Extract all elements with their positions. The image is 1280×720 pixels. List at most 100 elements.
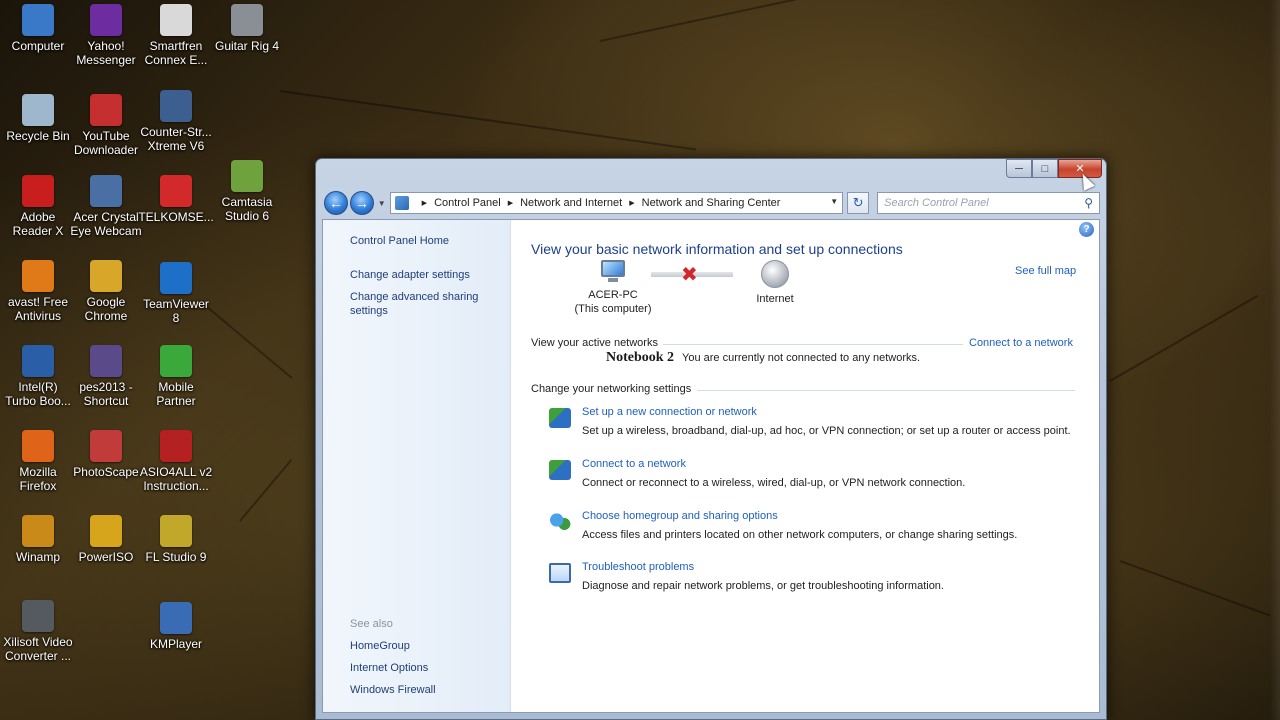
- recent-pages-dropdown[interactable]: ▼: [378, 199, 386, 208]
- smartfren-icon: [160, 4, 192, 36]
- desktop-shortcut[interactable]: FL Studio 9: [138, 515, 214, 564]
- desktop-shortcut-label: Computer: [11, 39, 65, 53]
- poweriso-icon: [90, 515, 122, 547]
- control-panel-home-link[interactable]: Control Panel Home: [350, 234, 500, 248]
- breadcrumb-network-sharing-center[interactable]: Network and Sharing Center: [642, 197, 781, 209]
- desktop-shortcut[interactable]: Mobile Partner: [138, 345, 214, 408]
- mobile-partner-icon: [160, 345, 192, 377]
- firefox-icon: [22, 430, 54, 462]
- windows-firewall-link[interactable]: Windows Firewall: [350, 683, 500, 697]
- refresh-icon: ↻: [852, 195, 864, 210]
- desktop-shortcut-label: KMPlayer: [149, 637, 202, 651]
- desktop-shortcut[interactable]: Computer: [0, 4, 76, 53]
- desktop-shortcut[interactable]: ASIO4ALL v2 Instruction...: [138, 430, 214, 493]
- desktop-shortcut[interactable]: KMPlayer: [138, 602, 214, 651]
- notebook-label: Notebook 2: [606, 350, 675, 365]
- recycle-bin-icon: [22, 94, 54, 126]
- desktop-shortcut[interactable]: Counter-Str... Xtreme V6: [138, 90, 214, 153]
- homegroup-icon: [549, 512, 571, 532]
- desktop-shortcut-label: Recycle Bin: [6, 129, 70, 143]
- address-bar[interactable]: ▶ Control Panel ▶ Network and Internet ▶…: [389, 192, 844, 214]
- desktop-shortcut[interactable]: Google Chrome: [68, 260, 144, 323]
- homegroup-description: Access files and printers located on oth…: [582, 529, 1018, 541]
- desktop-shortcut-label: Yahoo! Messenger: [76, 39, 136, 67]
- page-title: View your basic network information and …: [531, 241, 903, 257]
- new-connection-icon: [549, 408, 571, 428]
- new-connection-description: Set up a wireless, broadband, dial-up, a…: [582, 425, 1071, 437]
- troubleshoot-link[interactable]: Troubleshoot problems: [582, 561, 694, 573]
- desktop-shortcut[interactable]: Intel(R) Turbo Boo...: [0, 345, 76, 408]
- desktop-edge: [1270, 0, 1280, 720]
- desktop-shortcut-label: PhotoScape: [73, 465, 139, 479]
- desktop-shortcut[interactable]: PhotoScape: [68, 430, 144, 479]
- desktop-shortcut-label: TELKOMSE...: [138, 210, 214, 224]
- change-advanced-sharing-link[interactable]: Change advanced sharing settings: [350, 290, 500, 318]
- camtasia-icon: [231, 160, 263, 192]
- main-content: View your basic network information and …: [531, 220, 1099, 712]
- section-divider: [697, 390, 1075, 391]
- desktop-shortcut[interactable]: Xilisoft Video Converter ...: [0, 600, 76, 663]
- desktop-shortcut[interactable]: Adobe Reader X: [0, 175, 76, 238]
- address-dropdown-icon[interactable]: ▼: [830, 197, 838, 206]
- desktop-shortcut[interactable]: pes2013 - Shortcut: [68, 345, 144, 408]
- see-full-map-link[interactable]: See full map: [1015, 265, 1076, 277]
- network-sharing-center-window: ─ □ ✕ ← → ▼ ▶ Control Panel ▶ Network an…: [315, 158, 1107, 720]
- connect-network-link[interactable]: Connect to a network: [582, 458, 686, 470]
- desktop-shortcut[interactable]: avast! Free Antivirus: [0, 260, 76, 323]
- navigation-bar: ← → ▼ ▶ Control Panel ▶ Network and Inte…: [324, 191, 1100, 215]
- desktop-shortcut[interactable]: YouTube Downloader: [68, 94, 144, 157]
- desktop-shortcut-label: Adobe Reader X: [12, 210, 64, 238]
- computer-icon: [22, 4, 54, 36]
- desktop-shortcut-label: Guitar Rig 4: [214, 39, 280, 53]
- desktop-shortcut[interactable]: Guitar Rig 4: [209, 4, 285, 53]
- forward-arrow-icon: →: [354, 195, 369, 211]
- search-icon[interactable]: ⚲: [1084, 196, 1093, 210]
- computer-subtitle: (This computer): [574, 303, 652, 315]
- desktop-shortcut[interactable]: Winamp: [0, 515, 76, 564]
- minimize-button[interactable]: ─: [1006, 159, 1032, 178]
- desktop-shortcut-label: Counter-Str... Xtreme V6: [140, 125, 212, 153]
- desktop-shortcut[interactable]: Yahoo! Messenger: [68, 4, 144, 67]
- minimize-icon: ─: [1015, 162, 1023, 175]
- desktop-shortcut[interactable]: Smartfren Connex E...: [138, 4, 214, 67]
- guitar-rig-icon: [231, 4, 263, 36]
- xilisoft-icon: [22, 600, 54, 632]
- homegroup-link[interactable]: HomeGroup: [350, 639, 500, 653]
- disconnected-x-icon[interactable]: ✖: [681, 262, 698, 287]
- search-box[interactable]: Search Control Panel ⚲: [877, 192, 1100, 214]
- internet-label: Internet: [756, 293, 794, 305]
- desktop-shortcut[interactable]: Acer Crystal Eye Webcam: [68, 175, 144, 238]
- connect-to-network-link[interactable]: Connect to a network: [969, 337, 1073, 349]
- avast-icon: [22, 260, 54, 292]
- change-adapter-settings-link[interactable]: Change adapter settings: [350, 268, 500, 282]
- maximize-icon: □: [1041, 162, 1049, 175]
- desktop-shortcut[interactable]: Camtasia Studio 6: [209, 160, 285, 223]
- computer-icon: [598, 260, 628, 284]
- breadcrumb-network-and-internet[interactable]: Network and Internet: [520, 197, 622, 209]
- desktop-shortcut-label: Intel(R) Turbo Boo...: [5, 380, 71, 408]
- breadcrumb-separator-icon[interactable]: ▶: [508, 199, 513, 207]
- see-also-heading: See also: [350, 618, 393, 630]
- desktop-shortcut[interactable]: PowerISO: [68, 515, 144, 564]
- maximize-button[interactable]: □: [1032, 159, 1058, 178]
- new-connection-link[interactable]: Set up a new connection or network: [582, 406, 757, 418]
- desktop-shortcut[interactable]: Recycle Bin: [0, 94, 76, 143]
- desktop-shortcut[interactable]: TeamViewer 8: [138, 262, 214, 325]
- back-button[interactable]: ←: [324, 191, 348, 215]
- desktop-shortcut[interactable]: Mozilla Firefox: [0, 430, 76, 493]
- window-content: Control Panel Home Change adapter settin…: [322, 219, 1100, 713]
- search-input[interactable]: Search Control Panel: [884, 197, 989, 209]
- refresh-button[interactable]: ↻: [847, 192, 870, 214]
- desktop-shortcut-label: FL Studio 9: [145, 550, 207, 564]
- breadcrumb-separator-icon[interactable]: ▶: [422, 199, 427, 207]
- internet-options-link[interactable]: Internet Options: [350, 661, 500, 675]
- homegroup-sharing-link[interactable]: Choose homegroup and sharing options: [582, 510, 778, 522]
- desktop-shortcut-label: YouTube Downloader: [73, 129, 139, 157]
- desktop-shortcut-label: PowerISO: [78, 550, 134, 564]
- breadcrumb-control-panel[interactable]: Control Panel: [434, 197, 501, 209]
- winamp-icon: [22, 515, 54, 547]
- breadcrumb-separator-icon[interactable]: ▶: [629, 199, 634, 207]
- forward-button[interactable]: →: [349, 191, 374, 215]
- desktop-shortcut-label: Acer Crystal Eye Webcam: [70, 210, 142, 238]
- desktop-shortcut[interactable]: TELKOMSE...: [138, 175, 214, 224]
